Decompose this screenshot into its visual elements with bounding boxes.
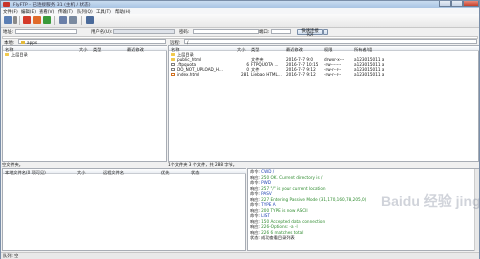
quickconnect-dropdown-icon[interactable] [323, 28, 328, 35]
queue-col-remote[interactable]: 远程文件名 [103, 170, 124, 176]
log-tag: 响应: [250, 229, 260, 235]
log-text: CWD / [261, 169, 275, 174]
remote-file-list: 名称 大小 类型 最近修改 权限 所有者/组 上层目录 public_html … [168, 45, 479, 162]
html-file-icon [171, 72, 175, 76]
folder-icon [171, 52, 175, 56]
transfer-queue: 本地文件名(0 项可见) 大小 远程文件名 优先 状态 [2, 168, 246, 251]
queue-header: 本地文件名(0 项可见) 大小 远程文件名 优先 状态 [3, 169, 246, 176]
log-line: 状态: 成功查看目录列表 [250, 235, 476, 241]
log-text: TYPE A [261, 202, 276, 207]
log-text: 226-Options: -a -l [261, 224, 298, 229]
log-text: PWD [261, 180, 272, 185]
log-tag: 响应: [250, 207, 260, 213]
remote-item-type: Liebao HTML... [251, 72, 282, 77]
folder-icon [171, 57, 175, 61]
status-bar: 队列: 空 [1, 252, 479, 259]
log-text: 150 Accepted data connection [261, 218, 326, 224]
local-path-input[interactable]: apps [18, 39, 166, 45]
local-status: 空文件夹。 [2, 162, 23, 167]
close-window-button[interactable] [463, 1, 479, 7]
refresh-icon[interactable] [43, 16, 51, 24]
log-tag: 命令: [250, 191, 260, 196]
local-file-list: 名称 大小 类型 最近修改 上层目录 [2, 45, 167, 162]
toolbar-separator [54, 16, 55, 25]
file-icon [171, 62, 175, 66]
remote-item-name: index.html [177, 72, 200, 77]
port-label: 端口: [259, 30, 270, 35]
log-tag: 响应: [250, 185, 260, 191]
table-row[interactable]: index.html 281 Liebao HTML... 2016-7-7 9… [169, 72, 479, 77]
local-folder-icon [21, 40, 25, 44]
log-text: 200 TYPE is now ASCII [261, 207, 308, 213]
toolbar-separator [19, 16, 20, 25]
queue-col-size[interactable]: 大小 [77, 170, 85, 176]
remote-item-modified: 2016-7-7 9:12 [286, 72, 316, 77]
remote-item-owner: a123015011 a [354, 72, 385, 77]
log-tag: 响应: [250, 174, 260, 180]
maximize-button[interactable] [451, 1, 463, 7]
log-tag: 响应: [250, 196, 260, 202]
folder-icon [5, 52, 9, 56]
table-row[interactable]: DO_NOT_UPLOAD_H... 0 文件 2016-7-7 9:12 -r… [169, 67, 479, 72]
log-text: PASV [261, 191, 272, 196]
log-text: 250 OK. Current directory is / [261, 174, 323, 180]
table-row[interactable]: .ftpquota 6 FTPQUOTA ... 2016-7-7 10:15 … [169, 62, 479, 67]
minimize-button[interactable] [439, 1, 451, 7]
log-tag: 命令: [250, 202, 260, 207]
table-row[interactable]: 上层目录 [169, 52, 479, 57]
disconnect-icon[interactable] [23, 16, 31, 24]
toolbar-separator [81, 16, 82, 25]
filter-icon[interactable] [86, 16, 94, 24]
local-list-header: 名称 大小 类型 最近修改 [3, 46, 167, 52]
list-item[interactable]: 上层目录 [3, 52, 167, 57]
username-label: 用户名(U): [91, 30, 113, 35]
app-window: FlyFTP - 已连接服务 31 (主机 / 状态) 文件(F) 编辑(E) … [0, 0, 480, 259]
remote-item-perms: -rw-r--r-- [324, 72, 342, 77]
stop-icon[interactable] [33, 16, 41, 24]
quickconnect-button[interactable]: 快速连接(Q) [297, 28, 323, 38]
window-title: FlyFTP - 已连接服务 31 (主机 / 状态) [13, 2, 91, 8]
log-tag: 命令: [250, 180, 260, 185]
queue-status: 队列: 空 [3, 253, 19, 258]
connect-icon[interactable] [4, 16, 12, 24]
username-input[interactable] [113, 29, 175, 34]
app-logo-icon [3, 2, 10, 7]
remote-list-header: 名称 大小 类型 最近修改 权限 所有者/组 [169, 46, 479, 52]
log-text: LIST [261, 213, 270, 218]
remote-item-size: 281 [241, 72, 249, 77]
dropdown-icon[interactable] [13, 16, 17, 24]
host-label: 地址: [3, 30, 14, 35]
host-input[interactable] [15, 29, 77, 34]
table-row[interactable]: public_html 文件夹 2016-7-7 9:0 drwxr-x--- … [169, 57, 479, 62]
log-text: 226 6 matches total [261, 229, 304, 235]
log-tag: 响应: [250, 224, 260, 229]
log-tag: 命令: [250, 213, 260, 218]
queue-col-priority[interactable]: 优先 [161, 170, 169, 176]
log-tag: 状态: [250, 235, 260, 240]
log-tag: 响应: [250, 218, 260, 224]
file-icon [171, 67, 175, 71]
queue-col-local[interactable]: 本地文件名(0 项可见) [5, 170, 46, 176]
sync-icon[interactable] [59, 16, 67, 24]
log-tag: 命令: [250, 169, 260, 174]
local-parent-dir: 上层目录 [11, 52, 28, 57]
queue-col-status[interactable]: 状态 [191, 170, 199, 176]
port-input[interactable] [271, 29, 291, 34]
log-text: 227 Entering Passive Mode (31,170,160,78… [261, 196, 367, 202]
remote-status: 1个文件夹 3 个文件，共 288 字节。 [168, 162, 237, 167]
log-text: 257 "/" is your current location [261, 185, 326, 191]
password-input[interactable] [193, 29, 259, 34]
compare-icon[interactable] [69, 16, 77, 24]
remote-path-input[interactable]: / [184, 39, 477, 45]
log-text: 成功查看目录列表 [261, 235, 295, 240]
watermark: Baidu 经验 jingyan.baidu.com [381, 193, 480, 209]
password-label: 密码: [179, 30, 190, 35]
